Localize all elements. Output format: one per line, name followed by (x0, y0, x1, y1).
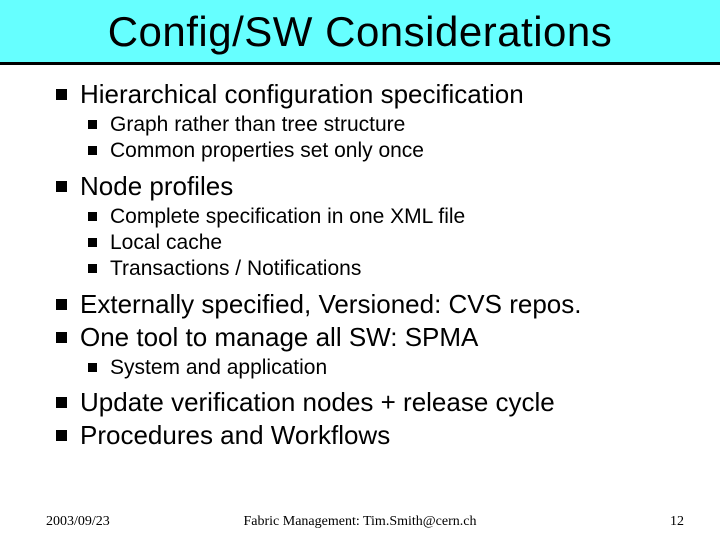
sub-list-spma: System and application (88, 355, 690, 381)
bullet-procedures: Procedures and Workflows (56, 420, 690, 451)
bullet-hierarchical: Hierarchical configuration specification (56, 79, 690, 110)
footer-center: Fabric Management: Tim.Smith@cern.ch (0, 514, 720, 530)
sub-xml-file: Complete specification in one XML file (88, 204, 690, 230)
footer-page-number: 12 (670, 514, 684, 530)
bullet-cvs-repos: Externally specified, Versioned: CVS rep… (56, 289, 690, 320)
slide: Config/SW Considerations Hierarchical co… (0, 0, 720, 540)
sub-system-application: System and application (88, 355, 690, 381)
sub-local-cache: Local cache (88, 230, 690, 256)
sub-list-node-profiles: Complete specification in one XML file L… (88, 204, 690, 283)
slide-title: Config/SW Considerations (0, 8, 720, 56)
bullet-update-verification: Update verification nodes + release cycl… (56, 387, 690, 418)
sub-graph-structure: Graph rather than tree structure (88, 112, 690, 138)
sub-transactions: Transactions / Notifications (88, 256, 690, 282)
slide-content: Hierarchical configuration specification… (0, 65, 720, 452)
bullet-spma: One tool to manage all SW: SPMA (56, 322, 690, 353)
sub-list-hierarchical: Graph rather than tree structure Common … (88, 112, 690, 165)
sub-common-properties: Common properties set only once (88, 138, 690, 164)
bullet-node-profiles: Node profiles (56, 171, 690, 202)
title-bar: Config/SW Considerations (0, 0, 720, 65)
